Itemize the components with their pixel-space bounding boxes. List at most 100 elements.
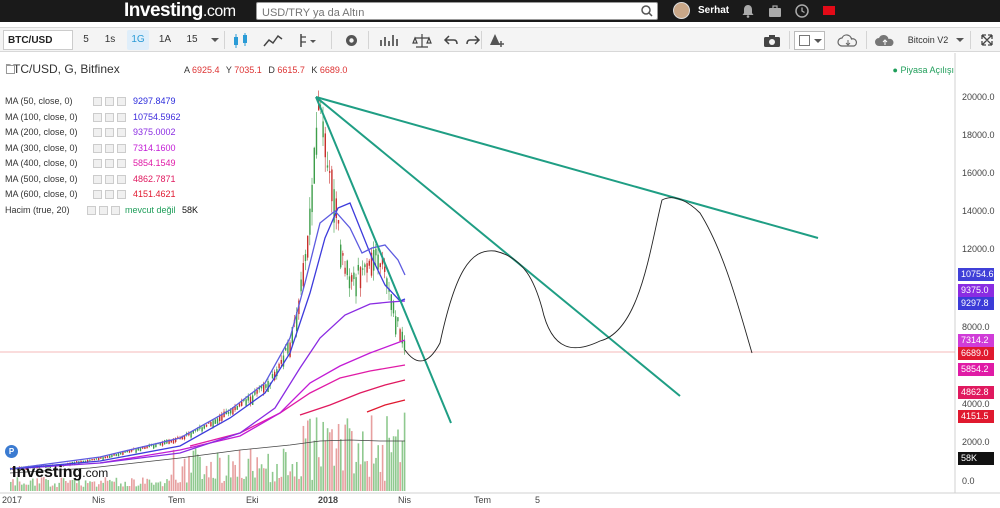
clock-icon[interactable] [794, 3, 810, 19]
volume-bar [113, 481, 115, 491]
indicator-value: 5854.1549 [133, 158, 176, 168]
volume-bar [381, 444, 384, 491]
p-button[interactable]: P [5, 445, 18, 458]
volume-bar [194, 448, 197, 491]
trend-line-steep[interactable] [315, 96, 452, 424]
interval-15[interactable]: 15 [183, 30, 201, 50]
candlestick-icon[interactable] [231, 32, 251, 49]
cloud-save-icon[interactable] [873, 33, 897, 49]
volume-bar [364, 461, 366, 491]
eye-icon[interactable] [93, 112, 102, 122]
volume-bar [205, 465, 208, 491]
search-input[interactable] [257, 5, 627, 21]
indicator-value: 4862.7871 [133, 173, 176, 184]
chevron-down-icon[interactable] [209, 32, 221, 48]
username[interactable]: Serhat [698, 5, 729, 16]
settings-gear-icon[interactable] [343, 32, 360, 49]
projection-drawing[interactable] [404, 197, 753, 362]
indicator-preset-label[interactable]: Bitcoin V2 [905, 30, 951, 50]
portfolio-icon[interactable] [767, 3, 783, 19]
camera-icon[interactable] [762, 32, 782, 49]
settings-icon[interactable] [105, 128, 114, 137]
bar-indicators-icon[interactable] [378, 32, 400, 49]
interval-5[interactable]: 5 [78, 30, 94, 50]
volume-bar [276, 463, 278, 491]
settings-icon[interactable] [105, 112, 114, 122]
volume-bar [249, 449, 252, 491]
eye-icon[interactable] [87, 205, 96, 215]
trend-line-upper[interactable] [315, 96, 819, 239]
redo-icon[interactable] [465, 32, 481, 49]
volume-bar [210, 461, 212, 491]
trend-line-middle[interactable] [315, 96, 681, 397]
search-icon[interactable] [640, 4, 654, 18]
chevron-down-icon[interactable] [954, 32, 966, 48]
volume-bar [144, 483, 146, 491]
volume-bar [324, 440, 327, 491]
indicator-row[interactable]: MA (600, close, 0) 4151.4621 [5, 189, 176, 199]
fullscreen-layout-dropdown[interactable] [794, 31, 825, 50]
x-axis-label: 2018 [318, 495, 339, 505]
low-value: 6615.7 [277, 65, 305, 75]
indicator-row[interactable]: MA (300, close, 0) 7314.1600 [5, 143, 176, 153]
volume-bar [258, 468, 261, 491]
candle-body [331, 169, 333, 202]
watermark-suffix: .com [82, 466, 109, 480]
eye-icon[interactable] [93, 97, 102, 106]
candle-body [265, 384, 267, 388]
close-icon[interactable] [111, 205, 120, 215]
search-box[interactable] [256, 2, 658, 21]
settings-icon[interactable] [105, 97, 114, 106]
bell-icon[interactable] [740, 3, 756, 19]
settings-icon[interactable] [105, 174, 114, 184]
settings-icon[interactable] [105, 143, 114, 153]
indicator-row[interactable]: MA (400, close, 0) 5854.1549 [5, 158, 176, 168]
eye-icon[interactable] [93, 159, 102, 168]
symbol-input[interactable]: BTC/USD [3, 30, 73, 50]
volume-indicator-row[interactable]: Hacim (true, 20) mevcut değil 58K [5, 205, 198, 215]
settings-icon[interactable] [105, 190, 114, 199]
close-icon[interactable] [117, 97, 126, 106]
eye-icon[interactable] [93, 128, 102, 137]
close-icon[interactable] [117, 159, 126, 168]
indicator-row[interactable]: MA (100, close, 0) 10754.5962 [5, 112, 181, 122]
interval-1g[interactable]: 1G [127, 30, 149, 50]
compare-scale-icon[interactable] [412, 32, 432, 49]
close-icon[interactable] [117, 128, 126, 137]
eye-icon[interactable] [93, 190, 102, 199]
collapse-legend-toggle[interactable] [6, 65, 15, 74]
candle-body [93, 459, 95, 461]
candle-body [102, 457, 104, 460]
indicator-row[interactable]: MA (500, close, 0) 4862.7871 [5, 174, 176, 184]
user-avatar[interactable] [673, 2, 690, 19]
fullscreen-icon[interactable] [979, 32, 995, 48]
close-icon[interactable] [117, 190, 126, 199]
eye-icon[interactable] [93, 143, 102, 153]
interval-1s[interactable]: 1s [102, 30, 118, 50]
close-icon[interactable] [117, 112, 126, 122]
settings-icon[interactable] [99, 205, 108, 215]
alert-add-icon[interactable] [487, 32, 505, 49]
eye-icon[interactable] [93, 174, 102, 184]
close-icon[interactable] [117, 143, 126, 153]
line-chart-icon[interactable] [262, 32, 284, 49]
close-icon[interactable] [117, 174, 126, 184]
indicator-row[interactable]: MA (50, close, 0) 9297.8479 [5, 96, 176, 106]
site-logo[interactable]: Investing.com [124, 0, 236, 22]
volume-bar [348, 428, 351, 491]
language-flag-icon[interactable] [823, 6, 835, 15]
volume-bar [265, 468, 267, 491]
candle-body [241, 401, 243, 406]
cloud-load-icon[interactable] [836, 33, 860, 49]
interval-1a[interactable]: 1A [156, 30, 174, 50]
volume-bar [82, 486, 85, 491]
volume-bar [252, 470, 254, 491]
settings-icon[interactable] [105, 159, 114, 168]
candle-body [135, 449, 137, 453]
undo-icon[interactable] [443, 32, 459, 49]
volume-bar [56, 486, 58, 491]
indicator-icon[interactable] [296, 32, 318, 49]
indicator-row[interactable]: MA (200, close, 0) 9375.0002 [5, 127, 176, 137]
chart-area[interactable]: BTC/USD, G, Bitfinex A 6925.4 Y 7035.1 D… [0, 53, 1000, 508]
top-header: Investing.com Serhat [0, 0, 1000, 22]
